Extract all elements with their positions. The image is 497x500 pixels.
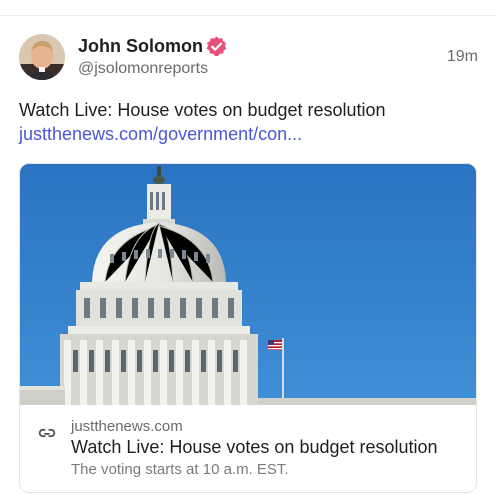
link-chain-icon	[36, 422, 58, 444]
author-name[interactable]: John Solomon	[78, 36, 203, 57]
post-text: Watch Live: House votes on budget resolu…	[19, 100, 386, 120]
timestamp: 19m	[446, 48, 478, 65]
link-preview-card[interactable]: justthenews.com Watch Live: House votes …	[19, 163, 477, 493]
verified-badge-icon	[205, 35, 228, 58]
card-description: The voting starts at 10 a.m. EST.	[71, 461, 289, 478]
card-title[interactable]: Watch Live: House votes on budget resolu…	[71, 437, 438, 458]
post[interactable]: John Solomon @jsolomonreports 19m Watch …	[0, 0, 497, 500]
card-domain: justthenews.com	[71, 418, 183, 435]
post-link[interactable]: justthenews.com/government/con...	[19, 124, 302, 145]
author-handle[interactable]: @jsolomonreports	[78, 60, 208, 78]
avatar[interactable]	[19, 34, 65, 80]
card-image	[20, 164, 476, 405]
